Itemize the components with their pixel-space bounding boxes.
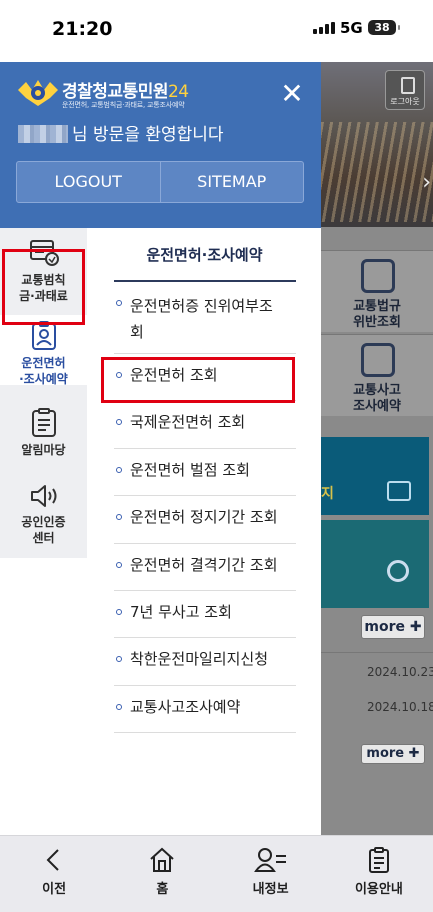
highlight-box-nav [2, 249, 85, 325]
nav-label: 공인인증 [21, 515, 66, 529]
background-page: 로그아웃 › 교통법규 위반조회 교통사고 조사예약 지 more ✚ 2024.1… [321, 62, 433, 835]
submenu-item-label: 7년 무사고 조회 [130, 603, 232, 621]
network-type: 5G [340, 19, 363, 37]
submenu-item-label: 운전면허 벌점 조회 [130, 461, 250, 479]
logout-shortcut: 로그아웃 [385, 70, 425, 110]
document-edit-icon [361, 343, 395, 377]
tab-guide[interactable]: 이용안내 [325, 836, 433, 912]
nav-label: 센터 [32, 531, 55, 545]
bg-date: 2024.10.18 [367, 700, 433, 714]
bullet-icon [116, 656, 122, 662]
speaker-icon [30, 485, 56, 507]
bullet-icon [116, 704, 122, 710]
submenu-title: 운전면허·조사예약 [146, 246, 263, 264]
nav-label: 알림마당 [21, 443, 66, 457]
bg-tile-label: 조사예약 [353, 399, 401, 414]
brand-title: 경찰청교통민원24 [62, 77, 189, 102]
nav-item-license[interactable]: 운전면허 ·조사예약 [0, 315, 87, 386]
bg-tile-label: 교통법규 [353, 299, 401, 314]
back-icon [46, 849, 59, 871]
bottom-tab-bar: 이전 홈 내정보 이용안내 [0, 835, 433, 912]
bullet-icon [116, 467, 122, 473]
clipboard-check-icon [361, 259, 395, 293]
brand-title-number: 24 [167, 82, 189, 102]
bg-tile-label: 위반조회 [353, 315, 401, 330]
side-drawer: 경찰청교통민원24 운전면허, 교통범칙금·과태료, 교통조사예약 ✕ 님 방문… [0, 62, 321, 835]
submenu-item-disqualification-period[interactable]: 운전면허 결격기간 조회 [114, 544, 296, 591]
bullet-icon [116, 562, 122, 568]
tab-label: 이전 [42, 882, 67, 897]
nav-label: ·조사예약 [19, 372, 68, 386]
submenu-item-label: 국제운전면허 조회 [130, 413, 246, 431]
welcome-text: 님 방문을 환영합니다 [72, 125, 224, 145]
bullet-icon [116, 300, 122, 306]
submenu-item-label: 회 [130, 323, 144, 341]
nav-item-notice[interactable]: 알림마당 [0, 402, 87, 462]
bg-tile-label: 교통사고 [353, 383, 401, 398]
logout-shortcut-label: 로그아웃 [390, 97, 420, 106]
bg-tile-accident: 교통사고 조사예약 [321, 334, 433, 416]
submenu-item-label: 운전면허 정지기간 조회 [130, 508, 278, 526]
nav-item-certificate[interactable]: 공인인증센터 [0, 476, 87, 552]
bg-more-label: more [364, 619, 405, 635]
divider [321, 652, 433, 653]
brand-subtitle: 운전면허, 교통범칙금·과태료, 교통조사예약 [62, 101, 185, 109]
bg-more-button: more ✚ [361, 744, 425, 764]
bullet-icon [116, 514, 122, 520]
submenu-item-accident-free[interactable]: 7년 무사고 조회 [114, 591, 296, 638]
guide-icon [368, 847, 389, 873]
submenu-item-label: 착한운전마일리지신청 [130, 650, 269, 668]
logout-button[interactable]: LOGOUT [17, 162, 160, 202]
bg-more-label: more [366, 746, 405, 761]
bg-tile-violation: 교통법규 위반조회 [321, 250, 433, 332]
tab-back[interactable]: 이전 [0, 836, 108, 912]
highlight-box-submenu [101, 357, 295, 403]
submenu-item-label: 교통사고조사예약 [130, 698, 241, 716]
chevron-right-icon: › [422, 170, 431, 195]
tab-label: 이용안내 [354, 882, 403, 897]
submenu-item-label: 운전면허 결격기간 조회 [130, 556, 278, 574]
welcome-message: 님 방문을 환영합니다 [18, 120, 224, 145]
tab-label: 홈 [156, 882, 169, 897]
submenu-item-international-license[interactable]: 국제운전면허 조회 [114, 401, 296, 449]
header-button-group: LOGOUT SITEMAP [16, 161, 304, 203]
license-icon [31, 321, 56, 350]
notice-board-icon [31, 408, 56, 437]
bullet-icon [116, 609, 122, 615]
won-search-icon [387, 560, 409, 582]
bg-banner-2 [321, 520, 429, 608]
submenu-item-license-authenticity[interactable]: 운전면허증 진위여부조회 [114, 282, 296, 354]
my-info-icon [253, 848, 286, 872]
submenu-item-mileage-application[interactable]: 착한운전마일리지신청 [114, 638, 296, 686]
bg-banner: 지 [321, 437, 429, 515]
submenu-item-suspension-period[interactable]: 운전면허 정지기간 조회 [114, 496, 296, 544]
brand-title-text: 경찰청교통민원 [62, 82, 168, 102]
bullet-icon [116, 419, 122, 425]
user-name-redacted [18, 125, 68, 143]
police-emblem-icon [18, 80, 58, 106]
status-time: 21:20 [52, 18, 113, 40]
home-icon [150, 847, 175, 872]
submenu-item-label: 운전면허증 진위여부조 [130, 297, 273, 315]
status-bar: 21:20 5G 38 [0, 0, 433, 62]
tab-home[interactable]: 홈 [108, 836, 216, 912]
submenu-panel: 운전면허·조사예약 운전면허증 진위여부조 회 운전면허 조회 국제운전면허 조회… [88, 228, 321, 835]
sitemap-button[interactable]: SITEMAP [159, 162, 304, 202]
submenu-item-accident-reservation[interactable]: 교통사고조사예약 [114, 686, 296, 733]
battery-icon: 38 [368, 20, 400, 35]
bg-date: 2024.10.23 [367, 665, 433, 679]
submenu-item-penalty-points[interactable]: 운전면허 벌점 조회 [114, 449, 296, 496]
bg-banner-text: 지 [321, 486, 334, 502]
nav-label: 운전면허 [21, 356, 66, 370]
tab-label: 내정보 [252, 882, 289, 897]
drawer-header: 경찰청교통민원24 운전면허, 교통범칙금·과태료, 교통조사예약 ✕ 님 방문… [0, 62, 321, 228]
close-icon[interactable]: ✕ [278, 80, 306, 108]
tab-my-info[interactable]: 내정보 [217, 836, 325, 912]
bg-more-button: more ✚ [361, 615, 425, 639]
calendar-icon [387, 481, 411, 501]
